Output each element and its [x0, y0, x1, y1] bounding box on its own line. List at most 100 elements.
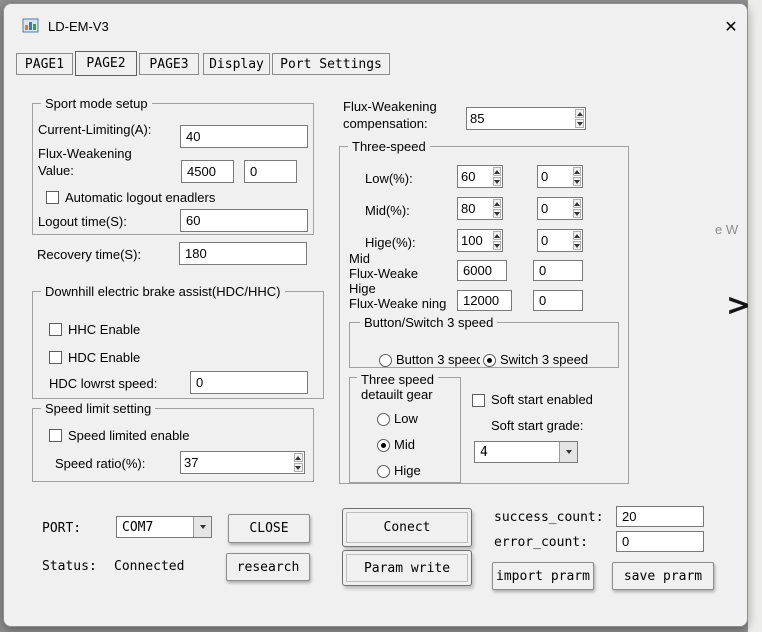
switch-3-speed-radio[interactable] [483, 354, 496, 367]
low-percent-input-1[interactable] [457, 165, 503, 188]
import-param-button[interactable]: import prarm [492, 562, 594, 590]
auto-logout-checkbox[interactable] [46, 191, 59, 204]
flux-compensation-spinner[interactable] [575, 108, 585, 129]
default-gear-title-line1: Three speed [357, 372, 438, 387]
button-3-speed-label: Button 3 speed [396, 352, 480, 367]
hige-percent-input-1[interactable] [457, 229, 503, 252]
mid-flux-input-1[interactable] [457, 260, 507, 281]
spinner[interactable] [493, 230, 502, 251]
soft-start-grade-value: 4 [475, 442, 559, 462]
speed-limited-enable-label: Speed limited enable [68, 428, 189, 443]
gear-low-radio[interactable] [377, 413, 390, 426]
hige-flux-input-1[interactable] [457, 290, 512, 311]
spin-up-button[interactable] [493, 231, 501, 240]
spinner[interactable] [573, 166, 582, 187]
button-switch-title: Button/Switch 3 speed [360, 315, 497, 330]
hige-percent-value-1[interactable] [458, 230, 493, 251]
current-limiting-label: Current-Limiting(A): [38, 122, 151, 137]
speed-ratio-input[interactable] [180, 451, 305, 474]
spin-up-button[interactable] [493, 199, 501, 208]
sport-mode-setup-title: Sport mode setup [41, 96, 152, 111]
hdc-enable-checkbox[interactable] [49, 351, 62, 364]
research-button[interactable]: research [226, 553, 310, 581]
spinner[interactable] [573, 230, 582, 251]
spin-up-button[interactable] [493, 167, 501, 176]
arrow-down-icon [574, 244, 580, 248]
tab-display[interactable]: Display [203, 53, 270, 75]
dropdown-arrow-button[interactable] [193, 517, 211, 537]
speed-ratio-spinner[interactable] [294, 452, 304, 473]
flux-compensation-input[interactable] [466, 107, 586, 130]
soft-start-enabled-checkbox[interactable] [472, 394, 485, 407]
spin-down-button[interactable] [493, 241, 501, 250]
param-write-button[interactable]: Param write [342, 550, 472, 586]
speed-limited-enable-checkbox[interactable] [49, 429, 62, 442]
mid-flux-label-line2: Flux-Weake [349, 266, 418, 281]
spin-down-button[interactable] [573, 241, 581, 250]
soft-start-grade-select[interactable]: 4 [474, 441, 578, 463]
spin-up-button[interactable] [573, 231, 581, 240]
tab-page2[interactable]: PAGE2 [75, 51, 137, 76]
background-chevron: > [726, 288, 751, 323]
spin-down-button[interactable] [573, 177, 581, 186]
recovery-time-label: Recovery time(S): [37, 247, 141, 262]
downhill-brake-assist-title: Downhill electric brake assist(HDC/HHC) [41, 284, 285, 299]
speed-ratio-value[interactable] [181, 452, 294, 473]
recovery-time-input[interactable] [179, 242, 307, 265]
mid-percent-input-2[interactable] [537, 197, 583, 220]
tab-port-settings[interactable]: Port Settings [272, 53, 390, 75]
current-limiting-input[interactable] [180, 125, 308, 148]
switch-3-speed-label: Switch 3 speed [500, 352, 592, 367]
spin-up-button[interactable] [294, 453, 303, 462]
button-3-speed-radio[interactable] [379, 354, 392, 367]
gear-hige-radio[interactable] [377, 465, 390, 478]
spinner[interactable] [493, 198, 502, 219]
spin-up-button[interactable] [573, 199, 581, 208]
low-percent-value-2[interactable] [538, 166, 573, 187]
hige-flux-input-2[interactable] [533, 290, 583, 311]
connect-button[interactable]: Conect [342, 508, 472, 547]
flux-weakening-label-line2: Value: [38, 163, 74, 178]
sport-mode-setup-group: Sport mode setup Current-Limiting(A): Fl… [32, 103, 314, 235]
background-partial-text: e W [715, 222, 738, 237]
gear-mid-radio[interactable] [377, 439, 390, 452]
port-label: PORT: [42, 521, 81, 536]
mid-percent-input-1[interactable] [457, 197, 503, 220]
spin-up-button[interactable] [575, 109, 584, 118]
close-window-button[interactable]: ✕ [716, 14, 746, 40]
hdc-lowest-speed-input[interactable] [190, 371, 308, 394]
tab-page3[interactable]: PAGE3 [139, 53, 199, 75]
spin-down-button[interactable] [493, 177, 501, 186]
mid-percent-value-1[interactable] [458, 198, 493, 219]
spinner[interactable] [493, 166, 502, 187]
spinner[interactable] [573, 198, 582, 219]
gear-low-label: Low [394, 411, 418, 426]
spin-down-button[interactable] [493, 209, 501, 218]
arrow-down-icon [295, 466, 301, 470]
save-param-button[interactable]: save prarm [612, 562, 714, 590]
tab-page1[interactable]: PAGE1 [16, 53, 73, 75]
hhc-enable-checkbox[interactable] [49, 323, 62, 336]
spin-down-button[interactable] [575, 119, 584, 128]
flux-weakening-input-2[interactable] [244, 160, 297, 183]
spin-up-button[interactable] [573, 167, 581, 176]
success-count-input[interactable] [616, 506, 704, 527]
dropdown-arrow-button[interactable] [559, 442, 577, 462]
mid-flux-input-2[interactable] [533, 260, 583, 281]
logout-time-input[interactable] [180, 209, 308, 232]
flux-compensation-value[interactable] [467, 108, 575, 129]
error-count-input[interactable] [616, 531, 704, 552]
mid-percent-label: Mid(%): [365, 203, 410, 218]
success-count-label: success_count: [494, 510, 604, 525]
spin-down-button[interactable] [294, 463, 303, 472]
mid-percent-value-2[interactable] [538, 198, 573, 219]
low-percent-input-2[interactable] [537, 165, 583, 188]
hige-percent-input-2[interactable] [537, 229, 583, 252]
hige-percent-value-2[interactable] [538, 230, 573, 251]
close-port-button[interactable]: CLOSE [228, 514, 310, 543]
chevron-down-icon [566, 450, 572, 454]
low-percent-value-1[interactable] [458, 166, 493, 187]
port-select[interactable]: COM7 [116, 516, 212, 538]
flux-weakening-input-1[interactable] [181, 160, 234, 183]
spin-down-button[interactable] [573, 209, 581, 218]
